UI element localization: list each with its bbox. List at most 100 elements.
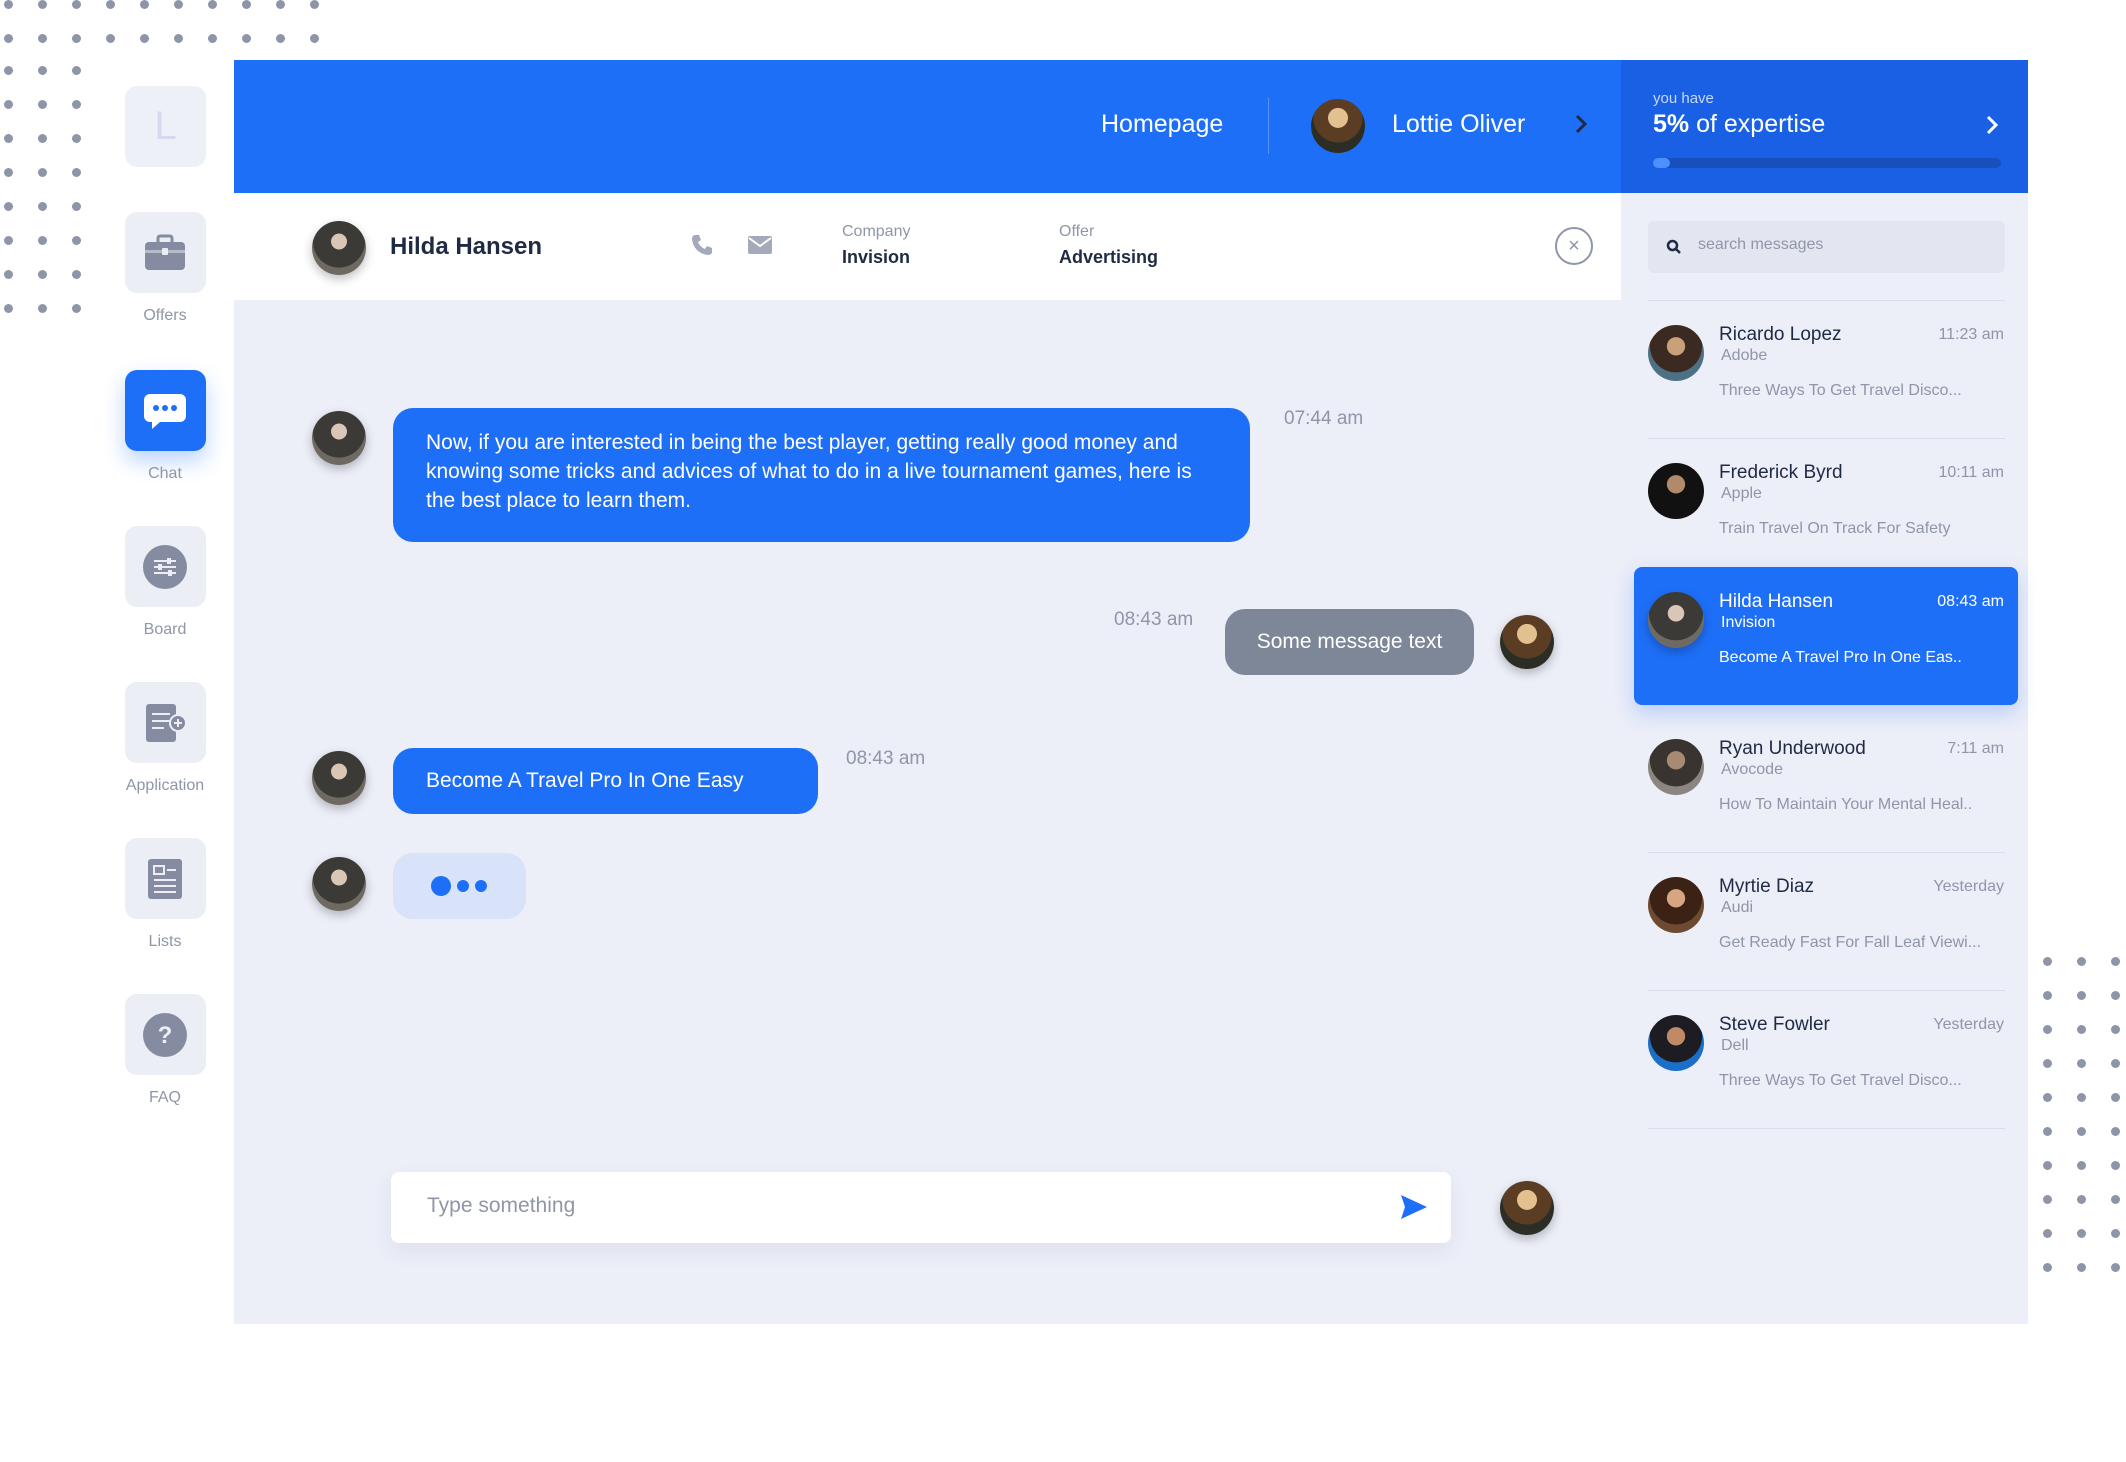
- top-bar-divider: [1268, 98, 1269, 154]
- nav-item-lists[interactable]: Lists: [105, 838, 225, 951]
- conversation-item[interactable]: Ryan Underwood 7:11 am Avocode How To Ma…: [1634, 714, 2018, 852]
- nav-label-faq: FAQ: [148, 1089, 181, 1106]
- contact-header: Hilda Hansen Company Invision Offer Adve…: [234, 193, 1621, 300]
- conversation-preview: Become A Travel Pro In One Eas..: [1719, 649, 1962, 666]
- conversation-avatar: [1648, 1015, 1704, 1071]
- message-bubble-incoming: Become A Travel Pro In One Easy: [393, 748, 818, 814]
- conversation-avatar: [1648, 463, 1704, 519]
- nav-label-chat: Chat: [148, 465, 182, 482]
- conversation-avatar: [1648, 592, 1704, 648]
- nav-label-application: Application: [125, 777, 205, 794]
- company-value: Invision: [842, 247, 911, 267]
- homepage-link[interactable]: Homepage: [1101, 110, 1223, 139]
- current-user-avatar[interactable]: [1311, 99, 1365, 153]
- document-add-icon: [146, 703, 187, 742]
- conversation-time: Yesterday: [1933, 878, 2004, 895]
- nav-label-lists: Lists: [148, 933, 182, 950]
- conversation-preview: Train Travel On Track For Safety: [1719, 520, 1951, 537]
- company-info: Company Invision: [842, 223, 910, 268]
- chevron-right-icon[interactable]: [1985, 113, 1999, 137]
- close-icon: ×: [1568, 234, 1580, 257]
- expertise-progress-bar: [1653, 158, 2001, 168]
- message-time: 07:44 am: [1284, 408, 1364, 429]
- search-input[interactable]: [1698, 236, 1988, 254]
- conversation-name: Myrtie Diaz: [1719, 876, 1815, 897]
- conversation-company: Invision: [1721, 614, 1776, 631]
- message-avatar: [312, 411, 366, 465]
- expertise-panel[interactable]: you have 5% of expertise: [1621, 60, 2028, 193]
- message-avatar: [1500, 615, 1554, 669]
- nav-item-faq[interactable]: ? FAQ: [105, 994, 225, 1107]
- message-bubble-outgoing: Some message text: [1225, 609, 1474, 675]
- offer-value: Advertising: [1059, 247, 1159, 267]
- conversation-time: 08:43 am: [1937, 593, 2004, 610]
- expertise-value: 5% of expertise: [1653, 110, 1826, 138]
- company-label: Company: [842, 223, 911, 240]
- conversation-preview: Three Ways To Get Travel Disco...: [1719, 1072, 1962, 1089]
- conversation-time: Yesterday: [1933, 1016, 2004, 1033]
- message-input[interactable]: [427, 1194, 1327, 1218]
- conversation-name: Hilda Hansen: [1719, 591, 1834, 612]
- decorative-dots-right: [2043, 957, 2120, 1272]
- nav-label-offers: Offers: [143, 307, 187, 324]
- contact-name: Hilda Hansen: [390, 233, 543, 260]
- briefcase-icon: [145, 234, 185, 270]
- composer-user-avatar: [1500, 1181, 1554, 1235]
- sliders-icon: [143, 544, 187, 589]
- nav-item-application[interactable]: Application: [105, 682, 225, 795]
- conversation-company: Audi: [1721, 899, 1754, 916]
- chevron-right-icon[interactable]: [1574, 112, 1588, 136]
- offer-info: Offer Advertising: [1059, 223, 1158, 268]
- app-logo[interactable]: L: [125, 86, 206, 167]
- side-navigation: L Offers Chat Board Application Lists ? …: [0, 60, 234, 1325]
- nav-label-board: Board: [143, 621, 187, 638]
- message-time: 08:43 am: [1114, 609, 1194, 630]
- nav-item-board[interactable]: Board: [105, 526, 225, 639]
- phone-icon[interactable]: [690, 233, 714, 257]
- search-icon: [1666, 239, 1681, 254]
- top-bar: Homepage Lottie Oliver: [234, 60, 1621, 193]
- chat-bubble-icon: [144, 393, 186, 429]
- svg-text:?: ?: [158, 1022, 173, 1049]
- message-composer: [391, 1172, 1451, 1243]
- conversation-item-active[interactable]: Hilda Hansen 08:43 am Invision Become A …: [1634, 567, 2018, 705]
- message-avatar: [312, 751, 366, 805]
- conversation-name: Steve Fowler: [1719, 1014, 1830, 1035]
- search-box: [1648, 221, 2005, 273]
- list-card-icon: [148, 858, 182, 899]
- conversation-time: 11:23 am: [1938, 326, 2004, 343]
- conversation-name: Ricardo Lopez: [1719, 324, 1842, 345]
- nav-item-chat[interactable]: Chat: [105, 370, 225, 483]
- contact-avatar: [312, 221, 366, 275]
- conversation-avatar: [1648, 877, 1704, 933]
- conversation-avatar: [1648, 739, 1704, 795]
- conversation-company: Dell: [1721, 1037, 1749, 1054]
- conversation-item[interactable]: Frederick Byrd 10:11 am Apple Train Trav…: [1634, 438, 2018, 576]
- conversation-company: Apple: [1721, 485, 1762, 502]
- typing-indicator: [393, 853, 526, 919]
- offer-label: Offer: [1059, 223, 1095, 240]
- conversation-item[interactable]: Ricardo Lopez 11:23 am Adobe Three Ways …: [1634, 300, 2018, 438]
- send-icon[interactable]: [1399, 1193, 1429, 1221]
- conversation-company: Avocode: [1721, 761, 1783, 778]
- close-chat-button[interactable]: ×: [1555, 227, 1593, 265]
- conversation-time: 7:11 am: [1947, 740, 2004, 757]
- message-avatar: [312, 857, 366, 911]
- conversation-item[interactable]: Steve Fowler Yesterday Dell Three Ways T…: [1634, 990, 2018, 1128]
- conversation-preview: Three Ways To Get Travel Disco...: [1719, 382, 1962, 399]
- message-time: 08:43 am: [846, 748, 926, 769]
- conversations-sidebar: you have 5% of expertise Ricardo Lopez 1…: [1621, 60, 2028, 1324]
- conversation-avatar: [1648, 325, 1704, 381]
- message-bubble-incoming: Now, if you are interested in being the …: [393, 408, 1250, 542]
- nav-item-offers[interactable]: Offers: [105, 212, 225, 325]
- conversation-company: Adobe: [1721, 347, 1768, 364]
- question-icon: ?: [143, 1012, 187, 1057]
- conversation-name: Ryan Underwood: [1719, 738, 1866, 759]
- mail-icon[interactable]: [747, 235, 773, 255]
- conversation-time: 10:11 am: [1938, 464, 2004, 481]
- conversation-name: Frederick Byrd: [1719, 462, 1843, 483]
- conversation-item[interactable]: Myrtie Diaz Yesterday Audi Get Ready Fas…: [1634, 852, 2018, 990]
- decorative-dots-top: [4, 0, 319, 43]
- current-user-name[interactable]: Lottie Oliver: [1392, 110, 1525, 139]
- conversation-preview: How To Maintain Your Mental Heal..: [1719, 796, 1973, 813]
